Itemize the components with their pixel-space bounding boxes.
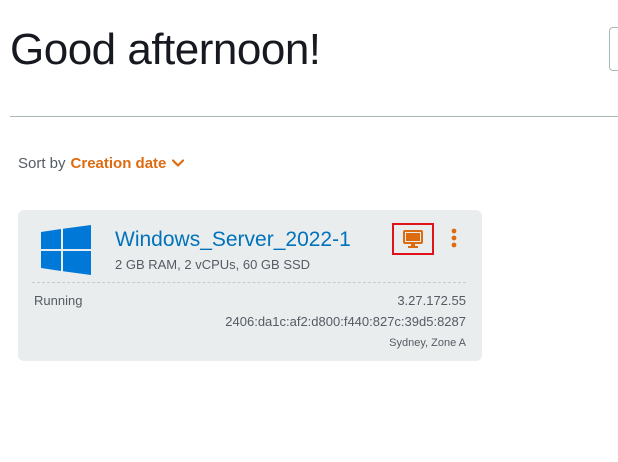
chevron-down-icon: [172, 159, 185, 167]
instance-menu-button[interactable]: [446, 226, 462, 250]
instance-name-link[interactable]: Windows_Server_2022-1: [115, 227, 351, 253]
search-input[interactable]: [609, 27, 618, 71]
instance-location: Sydney, Zone A: [389, 337, 466, 349]
monitor-icon: [403, 230, 423, 248]
sort-value-label: Creation date: [70, 154, 167, 172]
sort-control: Sort by Creation date: [18, 153, 185, 173]
card-divider: [32, 282, 466, 283]
ipv6-address: 2406:da1c:af2:d800:f440:827c:39d5:8287: [225, 314, 466, 329]
public-ipv4: 3.27.172.55: [397, 293, 466, 308]
header-divider: [10, 116, 618, 117]
page-greeting: Good afternoon!: [10, 25, 321, 74]
windows-logo-icon: [41, 225, 91, 275]
instance-status: Running: [34, 293, 83, 308]
instance-specs: 2 GB RAM, 2 vCPUs, 60 GB SSD: [115, 257, 311, 272]
kebab-menu-icon: [451, 228, 457, 248]
instance-card: Windows_Server_2022-1 2 GB RAM, 2 vCPUs,…: [18, 210, 482, 361]
sort-label: Sort by: [18, 154, 66, 172]
lightsail-home-page: Good afternoon! Sort by Creation date Wi…: [0, 0, 618, 462]
sort-dropdown[interactable]: Creation date: [71, 155, 186, 172]
instance-network-info: 3.27.172.55 2406:da1c:af2:d800:f440:827c…: [225, 293, 466, 350]
connect-button[interactable]: [392, 223, 434, 255]
